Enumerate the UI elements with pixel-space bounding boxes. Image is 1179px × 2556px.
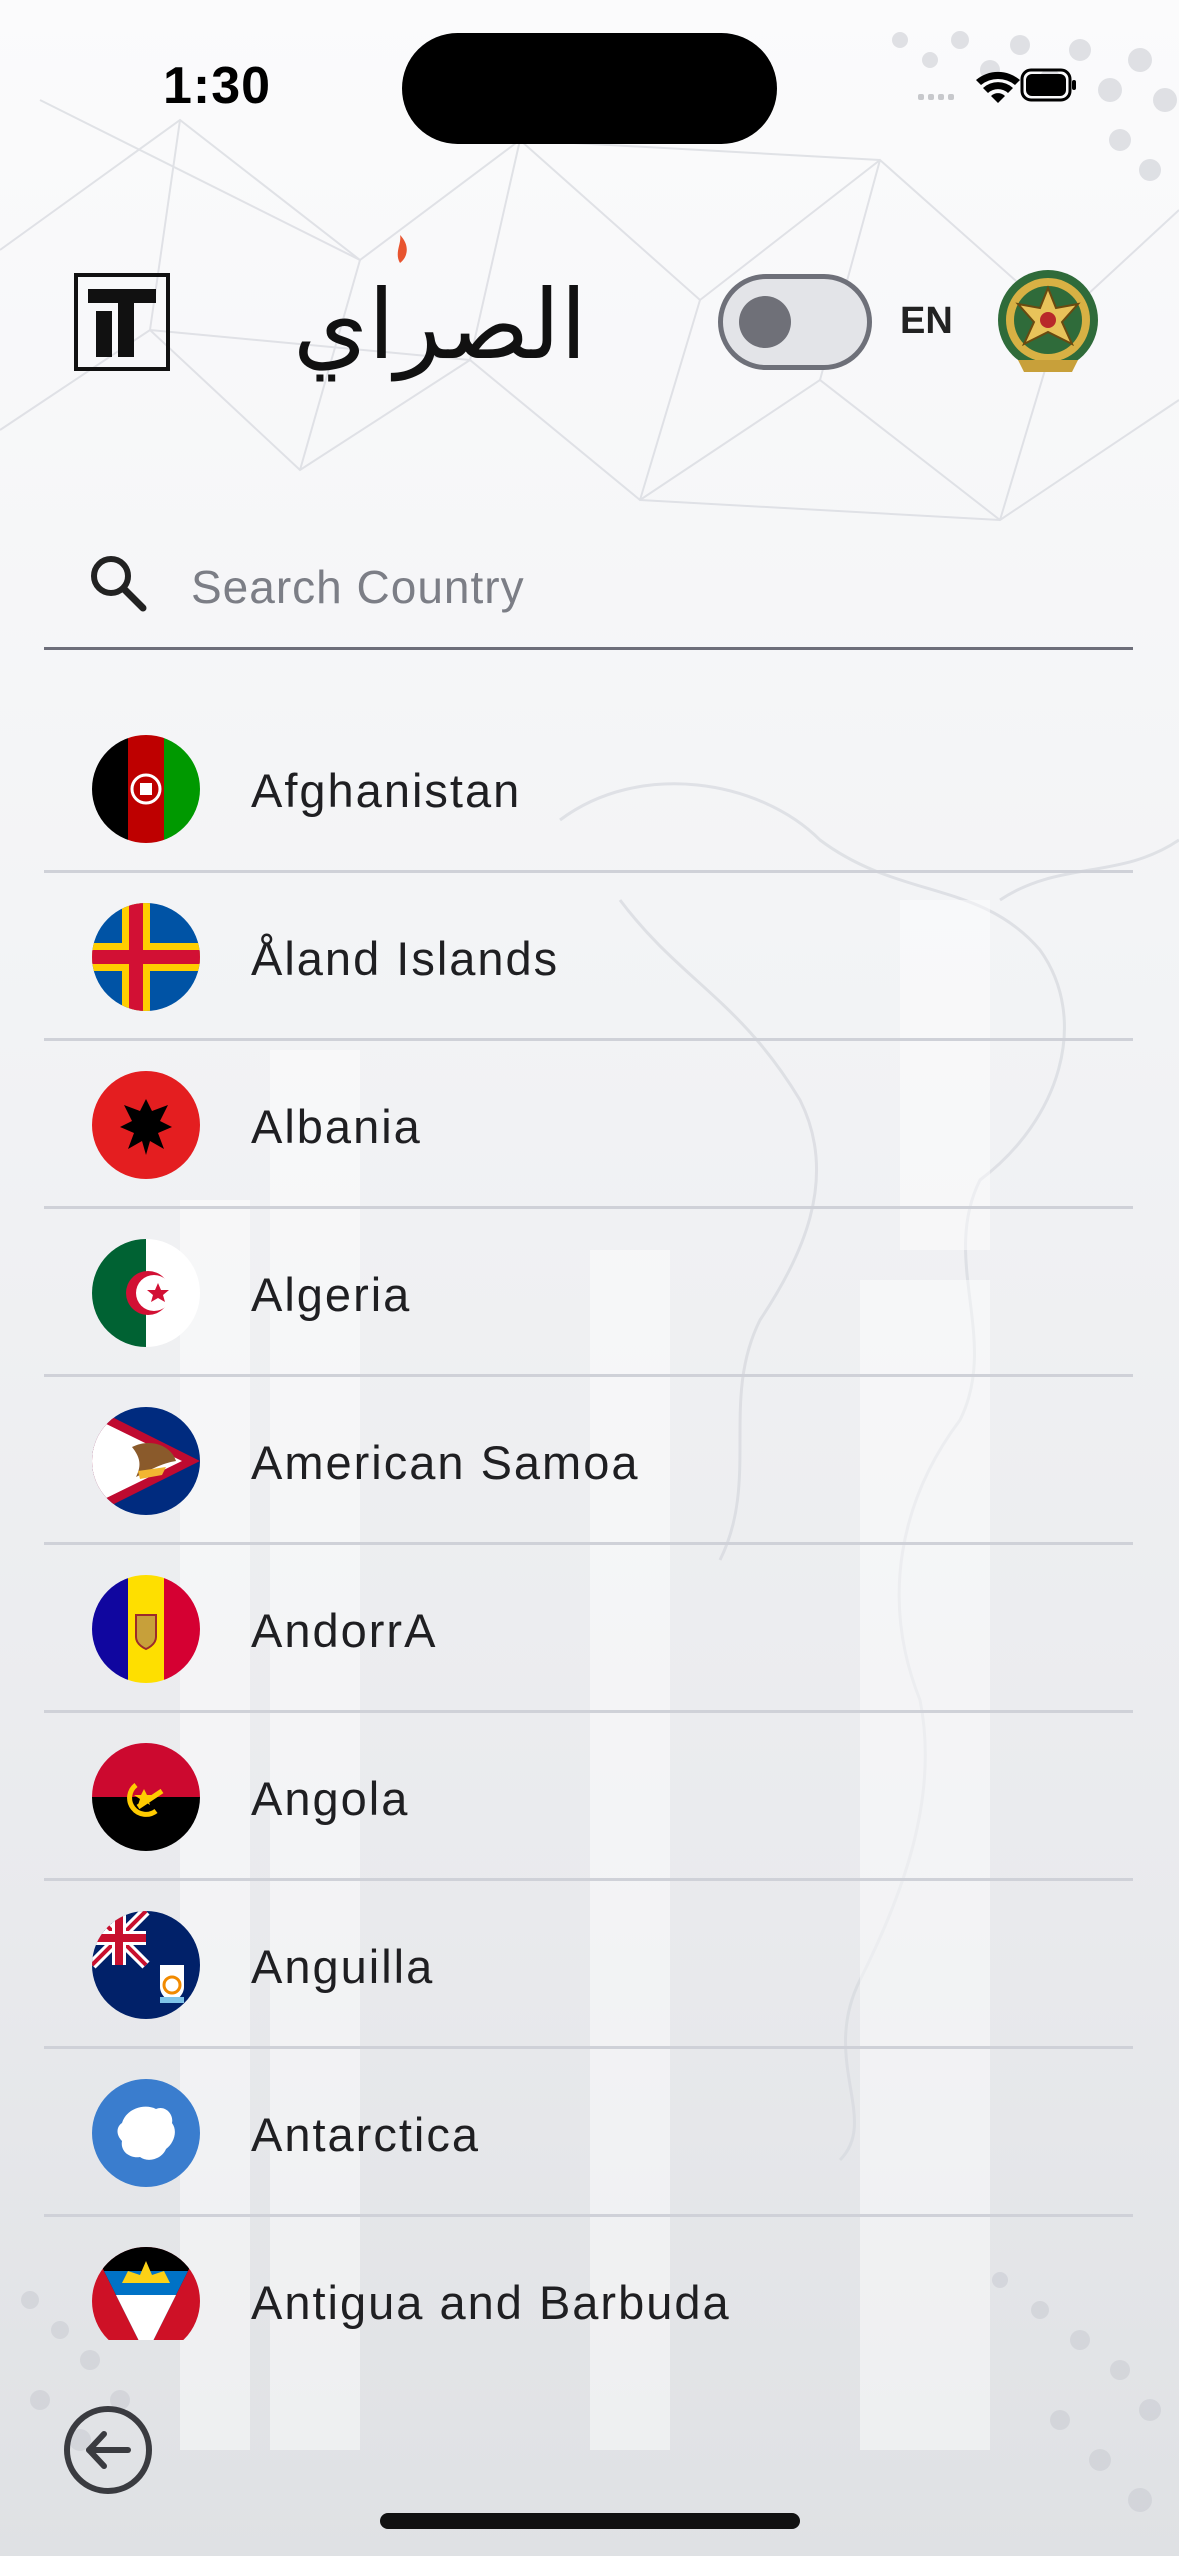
country-row-antarctica[interactable]: Antarctica xyxy=(44,2049,1133,2217)
albania-flag-icon xyxy=(92,1071,200,1179)
country-name: Anguilla xyxy=(251,1940,435,1993)
search-input[interactable] xyxy=(189,540,1093,634)
toggle-knob xyxy=(739,296,791,348)
aland-islands-flag-icon xyxy=(92,903,200,1011)
country-row-anguilla[interactable]: Anguilla xyxy=(44,1881,1133,2049)
status-icons xyxy=(918,68,1076,103)
dynamic-island xyxy=(402,33,777,144)
screen: 1:30 الصراي EN Search Country Afghanista… xyxy=(0,0,1179,2556)
cellular-signal-icon xyxy=(918,94,954,100)
country-row-aland-islands[interactable]: Åland Islands xyxy=(44,873,1133,1041)
country-row-algeria[interactable]: Algeria xyxy=(44,1209,1133,1377)
country-name: Afghanistan xyxy=(251,764,522,817)
channel-7-logo xyxy=(74,273,170,371)
armed-forces-emblem xyxy=(998,270,1098,372)
country-name: AndorrA xyxy=(251,1604,438,1657)
antarctica-flag-icon xyxy=(92,2079,200,2187)
search-bar xyxy=(44,520,1133,650)
antigua-and-barbuda-flag-icon xyxy=(92,2247,200,2340)
country-name: Albania xyxy=(251,1100,422,1153)
country-row-antigua-and-barbuda[interactable]: Antigua and Barbuda xyxy=(44,2217,1133,2340)
country-row-albania[interactable]: Albania xyxy=(44,1041,1133,1209)
american-samoa-flag-icon xyxy=(92,1407,200,1515)
country-name: American Samoa xyxy=(251,1436,640,1489)
alsarai-logo: الصراي xyxy=(293,235,587,382)
andorra-flag-icon xyxy=(92,1575,200,1683)
svg-text:الصراي: الصراي xyxy=(293,269,587,382)
country-row-american-samoa[interactable]: American Samoa xyxy=(44,1377,1133,1545)
country-row-afghanistan[interactable]: Afghanistan xyxy=(44,705,1133,873)
country-name: Antarctica xyxy=(251,2108,480,2161)
wifi-icon xyxy=(976,71,1020,103)
country-name: Angola xyxy=(251,1772,410,1825)
country-name: Antigua and Barbuda xyxy=(251,2276,731,2329)
language-label: EN xyxy=(900,300,953,342)
afghanistan-flag-icon xyxy=(92,735,200,843)
battery-icon xyxy=(1020,68,1076,102)
algeria-flag-icon xyxy=(92,1239,200,1347)
country-row-andorra[interactable]: AndorrA xyxy=(44,1545,1133,1713)
angola-flag-icon xyxy=(92,1743,200,1851)
search-icon xyxy=(91,556,147,612)
anguilla-flag-icon xyxy=(92,1911,200,2019)
status-time: 1:30 xyxy=(163,57,272,115)
country-row-angola[interactable]: Angola xyxy=(44,1713,1133,1881)
country-name: Algeria xyxy=(251,1268,412,1321)
country-list: Afghanistan Åland Islands Albania Algeri… xyxy=(44,705,1133,2340)
home-indicator[interactable] xyxy=(380,2513,800,2529)
back-button[interactable] xyxy=(62,2404,154,2496)
back-arrow-icon xyxy=(86,2431,131,2469)
country-name: Åland Islands xyxy=(251,932,560,985)
language-toggle[interactable] xyxy=(718,274,872,370)
